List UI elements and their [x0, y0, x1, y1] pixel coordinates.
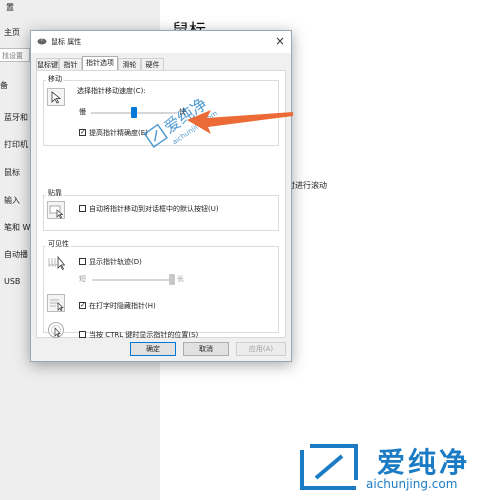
dialog-titlebar[interactable]: 鼠标 属性 × — [31, 31, 291, 53]
ctrl-locate-checkbox[interactable] — [79, 331, 86, 338]
mouse-properties-dialog: 鼠标 属性 × 鼠标键 指针 指针选项 滑轮 硬件 移动 选择指针移动速度(C)… — [30, 30, 292, 362]
sidebar-item-autoplay[interactable]: 自动播 — [4, 249, 28, 260]
sidebar-item-mouse[interactable]: 鼠标 — [4, 167, 20, 178]
brand-logo-icon — [300, 444, 358, 490]
tab-pointers[interactable]: 指针 — [59, 58, 82, 70]
scroll-setting-text: 时进行滚动 — [287, 181, 327, 190]
snap-label: 自动将指针移动到对话框中的默认按钮(U) — [89, 205, 219, 213]
visibility-group-label: 可见性 — [46, 239, 71, 249]
checkmark-icon: ✓ — [80, 128, 86, 136]
ok-button[interactable]: 确定 — [130, 342, 176, 356]
snap-checkbox[interactable] — [79, 205, 86, 212]
precision-checkbox[interactable]: ✓ — [79, 129, 86, 136]
long-label: 长 — [177, 275, 184, 283]
sidebar-section-glyph: 备 — [0, 81, 8, 90]
annotation-arrow-icon — [187, 110, 293, 134]
hide-while-typing-checkbox[interactable]: ✓ — [79, 302, 86, 309]
brand-logo-url: aichunjing.com — [366, 477, 458, 491]
cancel-button[interactable]: 取消 — [183, 342, 229, 356]
sidebar-item-pen[interactable]: 笔和 W — [4, 222, 30, 233]
speed-slider-thumb[interactable] — [131, 107, 137, 118]
tab-buttons[interactable]: 鼠标键 — [36, 58, 59, 70]
pointer-speed-icon — [47, 88, 65, 106]
short-label: 短 — [79, 275, 86, 283]
brand-logo-text: 爱纯净 — [377, 446, 471, 479]
checkmark-icon: ✓ — [80, 301, 86, 309]
tab-hardware[interactable]: 硬件 — [141, 58, 164, 70]
trails-slider-track[interactable] — [92, 279, 172, 281]
sidebar-item-printers[interactable]: 打印机 — [4, 139, 28, 150]
trails-slider-thumb[interactable] — [169, 274, 175, 285]
mouse-icon — [37, 38, 47, 45]
trails-checkbox[interactable] — [79, 258, 86, 265]
slow-label: 慢 — [79, 108, 86, 116]
sidebar-item-usb[interactable]: USB — [4, 277, 20, 286]
hide-pointer-icon — [47, 294, 65, 312]
pointer-trails-icon — [48, 255, 65, 271]
ctrl-locate-label: 当按 CTRL 键时显示指针的位置(S) — [89, 331, 199, 339]
precision-label: 提高指针精确度(E) — [89, 129, 148, 137]
dialog-title: 鼠标 属性 — [51, 38, 82, 46]
snap-group-label: 贴靠 — [46, 188, 64, 198]
search-input[interactable]: 找设置 — [0, 48, 30, 62]
speed-label: 选择指针移动速度(C): — [77, 87, 146, 95]
sidebar-item-input[interactable]: 输入 — [4, 195, 20, 206]
snap-to-icon — [47, 201, 65, 219]
sidebar-home[interactable]: 主页 — [4, 27, 20, 38]
close-icon[interactable]: × — [275, 34, 285, 48]
hide-while-typing-label: 在打字时隐藏指针(H) — [89, 302, 156, 310]
tab-wheel[interactable]: 滑轮 — [118, 58, 141, 70]
tab-pointer-options[interactable]: 指针选项 — [82, 56, 118, 71]
sidebar-item-bluetooth[interactable]: 蓝牙和 — [4, 112, 28, 123]
settings-breadcrumb: 置 — [6, 3, 14, 12]
motion-group-label: 移动 — [46, 74, 64, 84]
apply-button[interactable]: 应用(A) — [236, 342, 286, 356]
trails-label: 显示指针轨迹(D) — [89, 258, 142, 266]
ctrl-locate-icon — [48, 322, 64, 338]
